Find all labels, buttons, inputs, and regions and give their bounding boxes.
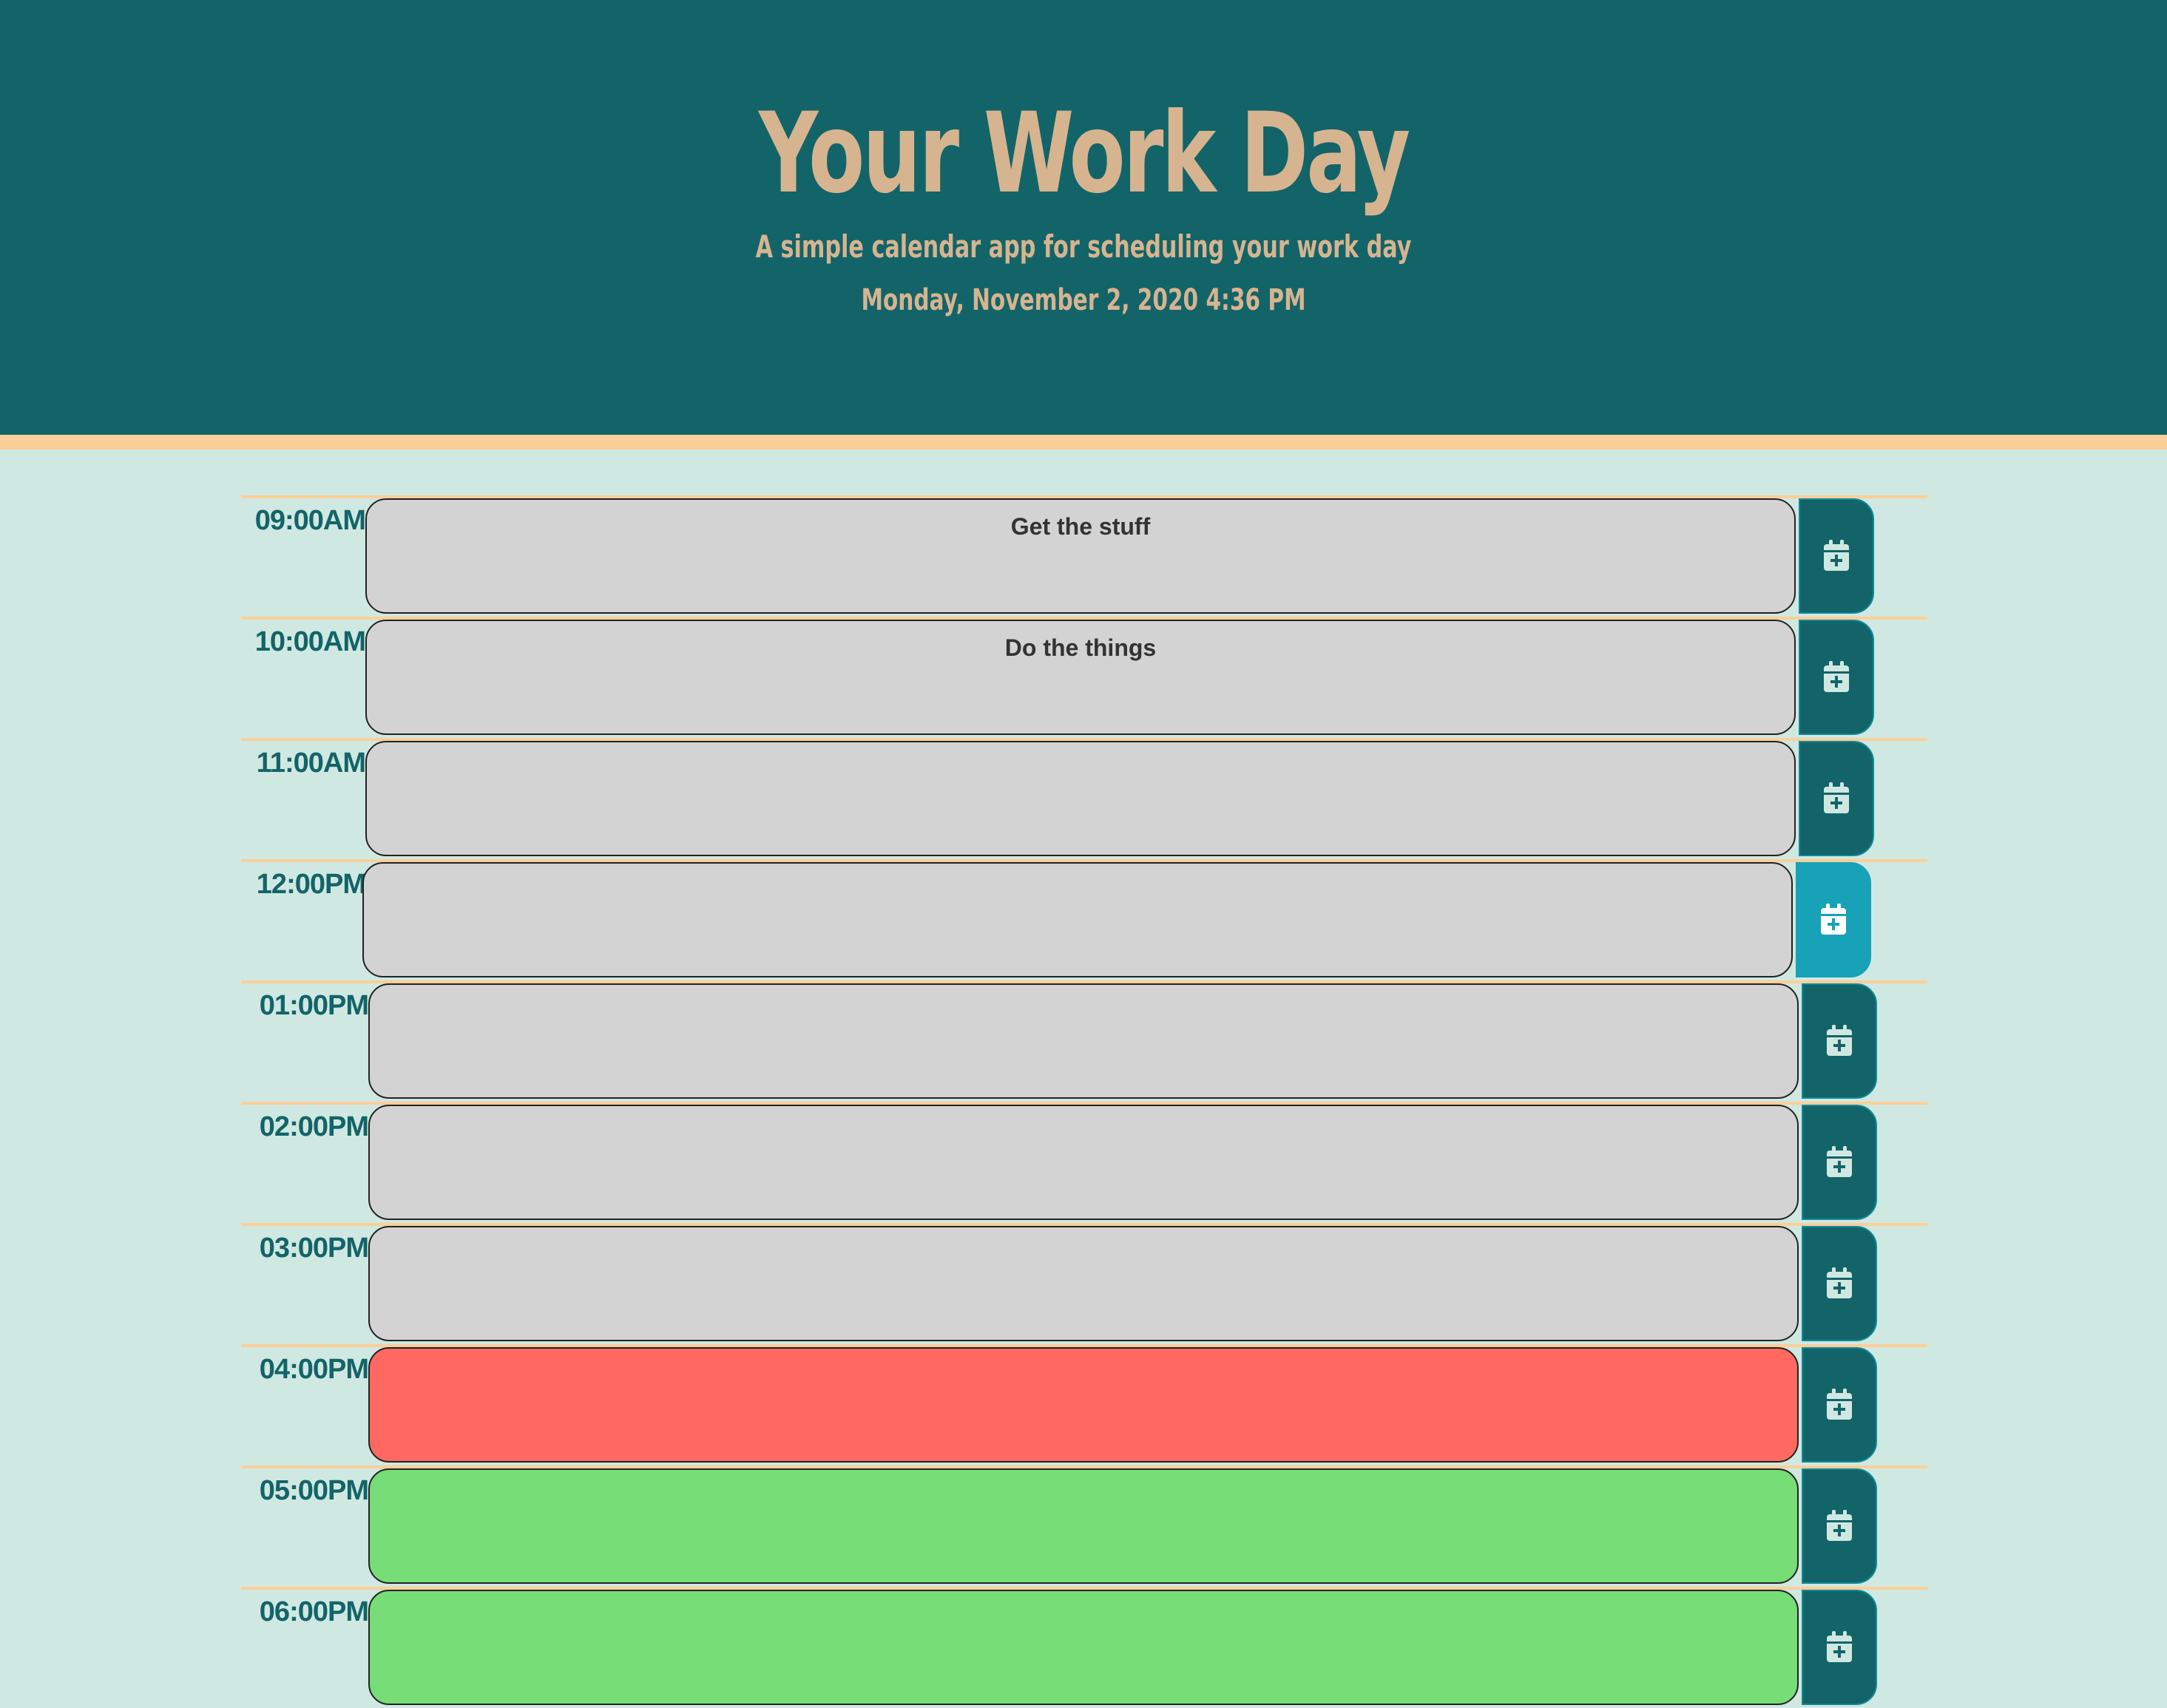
save-button[interactable] — [1802, 983, 1877, 1099]
time-block-row: 09:00AM Get the stuff — [241, 495, 1927, 617]
calendar-plus-icon — [1827, 1631, 1852, 1662]
save-button[interactable] — [1799, 498, 1874, 614]
hour-label: 06:00PM — [259, 1596, 369, 1627]
time-block-row: 04:00PM — [241, 1344, 1927, 1465]
save-button[interactable] — [1799, 741, 1874, 856]
hour-label: 04:00PM — [259, 1354, 369, 1385]
description-textarea[interactable] — [365, 741, 1796, 856]
time-block-row: 11:00AM — [241, 738, 1927, 859]
description-textarea[interactable] — [368, 1226, 1799, 1341]
current-datetime: Monday, November 2, 2020 4:36 PM — [861, 283, 1306, 317]
description-textarea[interactable] — [368, 1590, 1799, 1705]
calendar-plus-icon — [1827, 1389, 1852, 1420]
calendar-plus-icon — [1824, 540, 1849, 571]
time-block-row: 01:00PM — [241, 980, 1927, 1102]
save-button[interactable] — [1802, 1105, 1877, 1220]
hour-label: 03:00PM — [259, 1233, 369, 1264]
page-title: Your Work Day — [758, 89, 1410, 218]
hour-label: 02:00PM — [259, 1111, 369, 1142]
save-button[interactable] — [1799, 620, 1874, 735]
calendar-plus-icon — [1821, 904, 1846, 935]
description-textarea[interactable]: Get the stuff — [365, 498, 1796, 614]
description-textarea[interactable] — [368, 983, 1799, 1099]
save-button[interactable] — [1802, 1347, 1877, 1463]
time-block-row: 12:00PM — [241, 859, 1927, 980]
calendar-plus-icon — [1827, 1025, 1852, 1056]
schedule: 09:00AM Get the stuff 10:00AM Do the thi… — [241, 495, 1927, 1708]
save-button[interactable] — [1802, 1590, 1877, 1705]
time-block-row: 06:00PM — [241, 1587, 1927, 1708]
time-block-row: 05:00PM — [241, 1465, 1927, 1587]
hour-label: 05:00PM — [259, 1475, 369, 1506]
calendar-plus-icon — [1827, 1510, 1852, 1541]
description-textarea[interactable] — [368, 1468, 1799, 1584]
hour-label: 10:00AM — [254, 626, 366, 657]
page-header: Your Work Day A simple calendar app for … — [0, 0, 2167, 450]
description-textarea[interactable] — [362, 862, 1793, 977]
calendar-plus-icon — [1827, 1267, 1852, 1298]
calendar-plus-icon — [1827, 1146, 1852, 1177]
hour-label: 12:00PM — [256, 869, 366, 900]
hour-label: 01:00PM — [259, 990, 369, 1021]
time-block-row: 03:00PM — [241, 1223, 1927, 1344]
hour-label: 09:00AM — [254, 505, 366, 536]
calendar-plus-icon — [1824, 661, 1849, 692]
description-textarea[interactable] — [368, 1347, 1799, 1463]
time-block-row: 02:00PM — [241, 1102, 1927, 1223]
hour-label: 11:00AM — [256, 748, 366, 779]
description-textarea[interactable]: Do the things — [365, 620, 1796, 735]
save-button[interactable] — [1796, 862, 1871, 977]
save-button[interactable] — [1802, 1468, 1877, 1584]
time-block-row: 10:00AM Do the things — [241, 617, 1927, 738]
calendar-plus-icon — [1824, 782, 1849, 813]
description-textarea[interactable] — [368, 1105, 1799, 1220]
save-button[interactable] — [1802, 1226, 1877, 1341]
page-subtitle: A simple calendar app for scheduling you… — [755, 228, 1412, 265]
